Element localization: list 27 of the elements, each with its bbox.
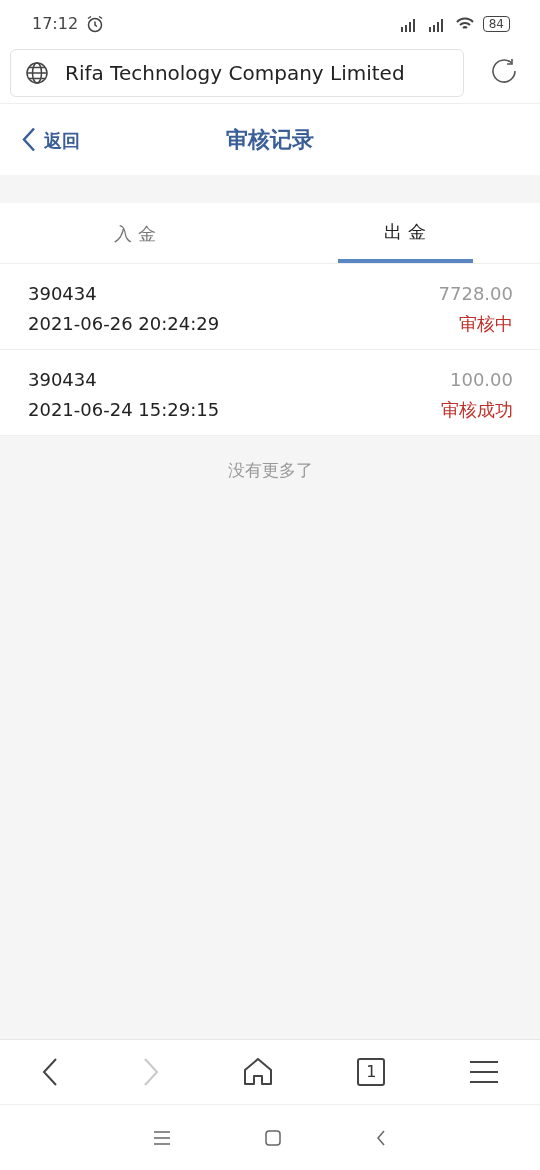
amount: 100.00 [450,368,513,392]
record-time: 2021-06-26 20:24:29 [28,312,220,336]
home-icon[interactable] [242,1057,273,1087]
alarm-icon [86,15,105,33]
record-time: 2021-06-24 15:29:15 [28,398,220,422]
review-status: 审核中 [459,312,513,336]
page-title: 审核记录 [226,126,314,154]
back-icon[interactable] [376,1129,386,1146]
address-bar[interactable]: Rifa Technology Company Limited [10,48,464,97]
home-button-icon[interactable] [265,1129,281,1146]
end-of-list-note: 没有更多了 [226,459,314,482]
tab-count-button[interactable]: 1 [357,1058,386,1086]
record-row[interactable]: 390434 2021-06-26 20:24:29 7728.00 审核中 [0,264,540,350]
review-status: 审核成功 [441,398,513,422]
tab[interactable]: 入 金 [67,203,203,263]
back-link[interactable]: 返回 [22,126,80,153]
menu-icon[interactable] [469,1060,498,1084]
globe-icon [25,60,49,85]
account-number: 390434 [28,282,97,306]
battery-level: 84 [482,16,510,32]
amount: 7728.00 [438,282,513,306]
chevron-left-icon [22,126,36,153]
record-row[interactable]: 390434 2021-06-24 15:29:15 100.00 审核成功 [0,350,540,436]
status-time: 17:12 [32,13,79,35]
back-icon[interactable] [42,1057,59,1087]
account-number: 390434 [28,368,97,392]
wifi-icon [454,16,475,32]
